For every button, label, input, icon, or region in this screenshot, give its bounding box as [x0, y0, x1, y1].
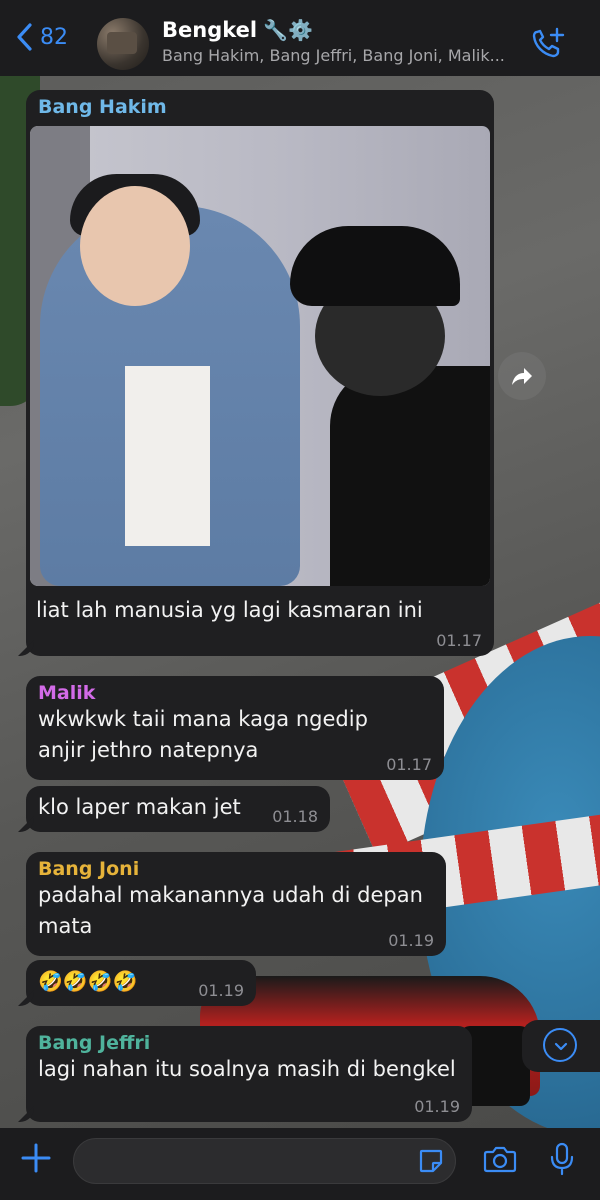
- microphone-icon[interactable]: [548, 1142, 576, 1176]
- forward-button[interactable]: [498, 352, 546, 400]
- sender-name: Bang Joni: [38, 858, 140, 880]
- chat-members: Bang Hakim, Bang Jeffri, Bang Joni, Mali…: [162, 46, 505, 65]
- sticker-icon[interactable]: [418, 1148, 444, 1174]
- phone-add-icon[interactable]: [530, 26, 566, 60]
- message-bubble[interactable]: Malik wkwkwk taii mana kaga ngedip anjir…: [26, 676, 444, 780]
- message-time: 01.19: [198, 981, 244, 1000]
- message-time: 01.17: [436, 631, 482, 650]
- chat-header: 82 Bengkel 🔧⚙️ Bang Hakim, Bang Jeffri, …: [0, 0, 600, 76]
- message-time: 01.17: [386, 755, 432, 774]
- message-text: padahal makanannya udah di depan mata: [38, 883, 423, 938]
- chat-title: Bengkel: [162, 18, 258, 42]
- sender-name: Bang Jeffri: [38, 1032, 151, 1054]
- camera-icon[interactable]: [483, 1144, 517, 1174]
- title-emojis: 🔧⚙️: [263, 18, 313, 42]
- message-input[interactable]: [73, 1138, 456, 1184]
- chat-title-area[interactable]: Bengkel 🔧⚙️ Bang Hakim, Bang Jeffri, Ban…: [162, 18, 522, 65]
- sender-name: Malik: [38, 682, 96, 704]
- message-time: 01.19: [388, 931, 434, 950]
- message-bubble[interactable]: klo laper makan jet 01.18: [18, 786, 330, 832]
- composer-bar: [0, 1128, 600, 1200]
- message-text: lagi nahan itu soalnya masih di bengkel: [38, 1057, 456, 1081]
- message-bubble[interactable]: Bang Jeffri lagi nahan itu soalnya masih…: [18, 1026, 472, 1122]
- sender-name: Bang Hakim: [38, 96, 167, 118]
- message-bubble[interactable]: Bang Joni padahal makanannya udah di dep…: [26, 852, 446, 956]
- group-avatar[interactable]: [97, 18, 149, 70]
- scroll-to-bottom-button[interactable]: [522, 1020, 600, 1072]
- message-bubble[interactable]: 🤣🤣🤣🤣 01.19: [18, 960, 256, 1006]
- message-text: wkwkwk taii mana kaga ngedip anjir jethr…: [38, 707, 368, 762]
- back-button[interactable]: 82: [14, 22, 68, 52]
- shared-photo[interactable]: [30, 126, 490, 586]
- message-text: liat lah manusia yg lagi kasmaran ini: [36, 598, 423, 622]
- unread-count: 82: [40, 24, 68, 50]
- chevron-down-icon: [554, 1042, 568, 1051]
- chevron-left-icon: [17, 23, 32, 51]
- plus-icon[interactable]: [20, 1142, 52, 1174]
- share-forward-icon: [512, 368, 532, 385]
- message-time: 01.18: [272, 807, 318, 826]
- message-time: 01.19: [414, 1097, 460, 1116]
